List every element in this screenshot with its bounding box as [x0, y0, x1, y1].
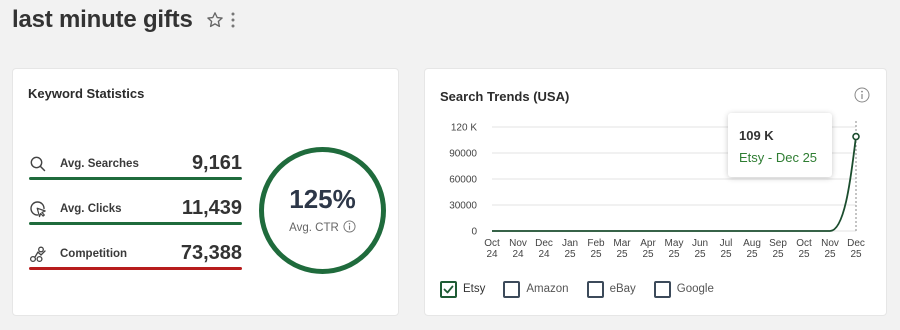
- x-tick-label: 25: [668, 249, 680, 260]
- x-tick-label: 25: [772, 249, 784, 260]
- page-title: last minute gifts: [12, 6, 193, 33]
- stat-avg-searches: Avg. Searches 9,161: [29, 146, 242, 180]
- chart-tooltip: 109 K Etsy - Dec 25: [728, 113, 832, 177]
- page-header: last minute gifts: [12, 4, 236, 36]
- x-tick-label: Jan: [562, 238, 578, 249]
- search-icon: [30, 156, 46, 172]
- stat-bar: [29, 177, 242, 180]
- star-icon[interactable]: [206, 11, 224, 29]
- chart-legend: Etsy Amazon eBay Google: [440, 279, 732, 299]
- x-tick-label: Mar: [613, 238, 631, 249]
- more-options-icon[interactable]: [230, 11, 236, 29]
- x-tick-label: Nov: [821, 238, 839, 249]
- x-tick-label: 24: [486, 249, 498, 260]
- x-tick-label: 25: [746, 249, 758, 260]
- stat-bar: [29, 222, 242, 225]
- stat-label: Avg. Clicks: [60, 203, 122, 215]
- tooltip-value: 109 K: [739, 128, 774, 143]
- cursor-click-icon: [30, 201, 46, 218]
- x-tick-label: 25: [798, 249, 810, 260]
- x-tick-label: Oct: [796, 238, 812, 249]
- x-tick-label: 25: [694, 249, 706, 260]
- tooltip-series: Etsy - Dec 25: [739, 150, 818, 165]
- x-tick-label: 25: [720, 249, 732, 260]
- legend-label: Etsy: [463, 283, 486, 295]
- data-point: [852, 132, 860, 141]
- x-tick-label: May: [665, 238, 684, 249]
- legend-label: Google: [676, 283, 714, 295]
- checkbox[interactable]: [586, 280, 604, 298]
- legend-item-etsy[interactable]: Etsy: [440, 280, 486, 298]
- x-tick-label: 25: [616, 249, 628, 260]
- legend-item-amazon[interactable]: Amazon: [503, 280, 569, 298]
- stat-label: Avg. Searches: [60, 158, 139, 170]
- checkbox[interactable]: [503, 280, 521, 298]
- checkbox[interactable]: [440, 280, 457, 298]
- ctr-value: 125%: [289, 184, 356, 214]
- stat-value: 11,439: [181, 197, 242, 219]
- legend-item-ebay[interactable]: eBay: [586, 280, 636, 298]
- x-tick-label: 25: [850, 249, 862, 260]
- x-tick-label: 25: [564, 249, 576, 260]
- x-tick-label: Aug: [743, 238, 761, 249]
- y-tick-label: 0: [471, 227, 477, 238]
- legend-item-google[interactable]: Google: [653, 280, 714, 298]
- x-tick-label: Jun: [692, 238, 708, 249]
- ctr-ring: 125% Avg. CTR: [259, 147, 386, 274]
- info-icon[interactable]: [343, 220, 356, 233]
- checkmark-icon: [443, 285, 454, 293]
- stat-value: 73,388: [180, 242, 242, 264]
- x-tick-label: 25: [642, 249, 654, 260]
- legend-label: Amazon: [526, 283, 569, 295]
- x-tick-label: Nov: [509, 238, 527, 249]
- stat-value: 9,161: [191, 152, 242, 174]
- x-tick-label: Feb: [587, 238, 605, 249]
- x-tick-label: Sep: [769, 238, 787, 249]
- stat-avg-clicks: Avg. Clicks 11,439: [29, 191, 242, 225]
- y-tick-label: 120 K: [451, 123, 477, 134]
- x-tick-label: 24: [538, 249, 550, 260]
- x-tick-label: Jul: [720, 238, 733, 249]
- stat-bar: [29, 267, 242, 270]
- checkbox[interactable]: [653, 280, 671, 298]
- stat-label: Competition: [60, 248, 128, 260]
- keyword-statistics-card: Keyword Statistics Avg. Searches 9,161 A…: [12, 68, 399, 316]
- competition-icon: [29, 246, 46, 263]
- legend-label: eBay: [609, 283, 636, 295]
- x-tick-label: 24: [512, 249, 524, 260]
- ctr-label-row: Avg. CTR: [264, 220, 381, 234]
- x-tick-label: Dec: [847, 238, 865, 249]
- x-tick-label: Dec: [535, 238, 553, 249]
- search-trends-card: Search Trends (USA) 0 30000 60000 90000 120 …: [424, 68, 887, 316]
- x-tick-label: 25: [824, 249, 836, 260]
- x-tick-label: Apr: [640, 238, 656, 249]
- x-tick-label: Oct: [484, 238, 500, 249]
- stat-competition: Competition 73,388: [29, 236, 242, 270]
- y-tick-label: 90000: [449, 149, 477, 160]
- y-tick-label: 60000: [449, 175, 477, 186]
- x-tick-label: 25: [590, 249, 602, 260]
- ctr-label: Avg. CTR: [289, 222, 339, 234]
- keyword-statistics-title: Keyword Statistics: [28, 86, 145, 101]
- y-tick-label: 30000: [449, 201, 477, 212]
